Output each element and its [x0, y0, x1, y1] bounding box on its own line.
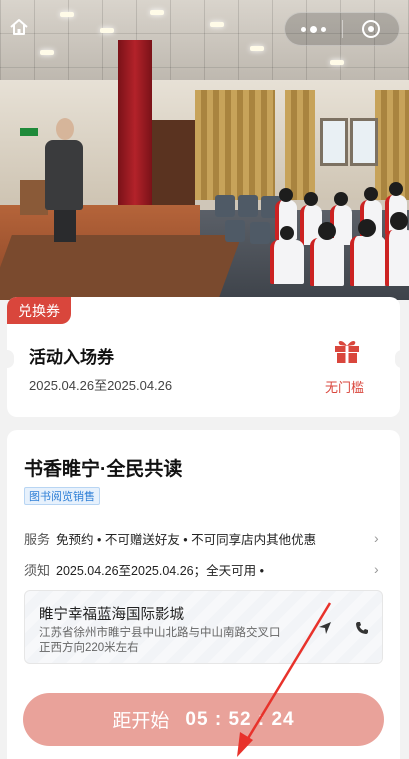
event-detail-card: 书香睢宁·全民共读 图书阅览销售 服务 免预约 • 不可赠送好友 • 不可同享店…	[7, 430, 400, 759]
voucher-type-badge: 兑换券	[7, 297, 71, 324]
gift-icon	[332, 335, 362, 365]
close-miniprogram-icon[interactable]	[343, 13, 399, 45]
chevron-right-icon: ›	[374, 530, 379, 546]
service-row[interactable]: 服务 免预约 • 不可赠送好友 • 不可同享店内其他优惠 ›	[24, 528, 384, 548]
home-icon[interactable]	[8, 16, 30, 38]
countdown-button[interactable]: 距开始 05 : 52 : 24	[23, 693, 384, 746]
service-value: 免预约 • 不可赠送好友 • 不可同享店内其他优惠	[56, 532, 317, 547]
category-tag: 图书阅览销售	[24, 487, 100, 505]
chevron-right-icon: ›	[374, 561, 379, 577]
notice-label: 须知	[24, 562, 51, 578]
venue-address: 江苏省徐州市睢宁县中山北路与中山南路交叉口正西方向220米左右	[39, 627, 281, 654]
ticket-notch-left	[0, 350, 14, 368]
notice-value: 2025.04.26至2025.04.26；全天可用 •	[56, 563, 264, 578]
countdown-time: 05 : 52 : 24	[185, 708, 295, 730]
service-label: 服务	[24, 531, 51, 547]
miniprogram-capsule	[284, 12, 400, 46]
voucher-threshold: 无门槛	[325, 380, 365, 395]
notice-row[interactable]: 须知 2025.04.26至2025.04.26；全天可用 • ›	[24, 559, 384, 579]
countdown-label: 距开始	[112, 711, 170, 732]
phone-icon[interactable]	[349, 615, 375, 641]
ticket-notch-right	[395, 350, 409, 368]
voucher-validity-date: 2025.04.26至2025.04.26	[29, 378, 173, 393]
venue-card[interactable]: 睢宁幸福蓝海国际影城 江苏省徐州市睢宁县中山北路与中山南路交叉口正西方向220米…	[24, 590, 383, 664]
voucher-card: 兑换券 活动入场券 2025.04.26至2025.04.26 无门槛	[7, 297, 400, 417]
more-dots-icon[interactable]	[285, 13, 342, 45]
venue-name: 睢宁幸福蓝海国际影城	[39, 607, 184, 623]
event-title: 书香睢宁·全民共读	[24, 459, 183, 480]
voucher-title: 活动入场券	[29, 348, 114, 367]
navigate-icon[interactable]	[312, 615, 338, 641]
